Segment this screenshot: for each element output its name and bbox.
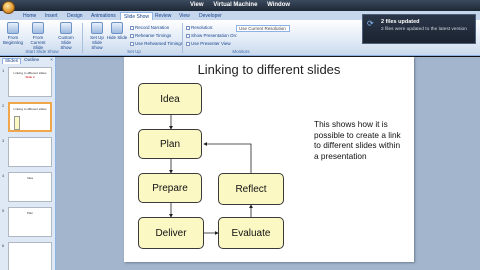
slide-thumbnail-row[interactable]: 2 Linking to different slides xyxy=(0,102,56,134)
slides-panel: Slides Outline × 1 Linking to different … xyxy=(0,57,56,270)
thumbnail-number: 4 xyxy=(2,173,5,178)
slide-thumbnail-row[interactable]: 1 Linking to different slides Slide 3 xyxy=(0,67,56,99)
tab-animations[interactable]: Animations xyxy=(88,12,119,20)
tab-slides[interactable]: Slides xyxy=(2,58,22,64)
slide-workspace[interactable]: Linking to different slides Idea Plan Pr… xyxy=(56,57,480,270)
slide-thumbnail[interactable]: Linking to different slides Slide 3 xyxy=(8,67,52,97)
update-notification[interactable]: ⟳ 2 files updated 2 files were updated t… xyxy=(362,14,476,44)
plan-box[interactable]: Plan xyxy=(138,129,202,159)
group-label-start: Start Slide Show xyxy=(25,49,59,54)
thumbnail-title: Linking to different slides xyxy=(13,107,47,111)
slide-thumbnail[interactable]: Idea xyxy=(8,172,52,202)
slideshow-current-icon xyxy=(32,22,44,34)
clock-icon xyxy=(130,33,134,38)
thumbnail-number: 1 xyxy=(2,68,5,73)
slide-thumbnail[interactable]: Plan xyxy=(8,207,52,237)
slide-thumbnail[interactable] xyxy=(8,242,52,270)
slide-thumbnail-row[interactable]: 4 Idea xyxy=(0,172,56,204)
title-bar: View Virtual Machine Window xyxy=(0,0,480,11)
tab-review[interactable]: Review xyxy=(152,12,174,20)
evaluate-box[interactable]: Evaluate xyxy=(218,217,284,249)
slide-thumbnail[interactable] xyxy=(8,137,52,167)
panel-tabs: Slides Outline × xyxy=(0,57,55,65)
from-beginning-button[interactable]: From Beginning xyxy=(2,22,24,45)
use-presenter-view-checkbox[interactable]: Use Presenter View xyxy=(186,41,231,46)
notification-title: 2 files updated xyxy=(381,19,420,25)
slideshow-icon xyxy=(7,22,19,34)
group-separator xyxy=(182,23,183,53)
tab-outline[interactable]: Outline xyxy=(22,58,41,63)
use-rehearsed-timings-checkbox[interactable]: Use Rehearsed Timings xyxy=(130,41,183,46)
thumbnail-diagram xyxy=(14,116,20,130)
idea-box[interactable]: Idea xyxy=(138,83,202,115)
group-separator xyxy=(82,23,83,53)
setup-icon xyxy=(91,22,103,34)
slide-thumbnail-row[interactable]: 5 Plan xyxy=(0,207,56,239)
sync-icon: ⟳ xyxy=(367,19,374,28)
group-label-monitors: Monitors xyxy=(232,49,250,54)
checkbox-icon xyxy=(186,41,190,46)
slide-thumbnail-row[interactable]: 6 xyxy=(0,242,56,270)
thumbnail-number: 2 xyxy=(2,103,5,108)
view-menu[interactable]: View xyxy=(190,2,204,8)
record-narration-option[interactable]: Record Narration xyxy=(130,25,169,30)
group-label-setup: Set Up xyxy=(127,49,141,54)
monitor-icon xyxy=(186,25,190,30)
thumbnail-number: 6 xyxy=(2,243,5,248)
tab-home[interactable]: Home xyxy=(20,12,39,20)
hide-slide-button[interactable]: Hide Slide xyxy=(106,22,128,40)
title-bar-text: View Virtual Machine Window xyxy=(0,2,480,8)
close-icon[interactable]: × xyxy=(50,58,53,63)
microphone-icon xyxy=(130,25,134,30)
checkbox-icon xyxy=(130,41,134,46)
from-current-slide-button[interactable]: From Current Slide xyxy=(27,22,49,50)
office-button[interactable] xyxy=(2,1,15,14)
reflect-box[interactable]: Reflect xyxy=(218,173,284,205)
custom-slide-show-button[interactable]: Custom Slide Show xyxy=(55,22,77,50)
slide-body-text[interactable]: This shows how it is possible to create … xyxy=(314,119,402,161)
thumbnail-title: Plan xyxy=(26,211,33,215)
slide-canvas[interactable]: Linking to different slides Idea Plan Pr… xyxy=(124,57,414,262)
notification-message: 2 files were updated to the latest versi… xyxy=(381,27,467,32)
rehearse-timings-option[interactable]: Rehearse Timings xyxy=(130,33,171,38)
custom-show-icon xyxy=(60,22,72,34)
deliver-box[interactable]: Deliver xyxy=(138,217,204,249)
tab-slide-show[interactable]: Slide Show xyxy=(120,12,154,20)
show-presentation-on-dropdown[interactable]: Show Presentation On: xyxy=(186,33,237,38)
thumbnail-subtitle: Slide 3 xyxy=(25,75,35,79)
window-menu[interactable]: Window xyxy=(267,2,290,8)
tab-view[interactable]: View xyxy=(176,12,193,20)
tab-insert[interactable]: Insert xyxy=(42,12,61,20)
display-icon xyxy=(186,33,190,38)
set-up-slide-show-button[interactable]: Set Up Slide Show xyxy=(86,22,108,50)
thumbnail-number: 5 xyxy=(2,208,5,213)
prepare-box[interactable]: Prepare xyxy=(138,173,202,203)
resolution-label: Resolution: xyxy=(186,25,214,30)
virtual-machine-menu[interactable]: Virtual Machine xyxy=(213,2,257,8)
resolution-dropdown[interactable]: Use Current Resolution xyxy=(236,25,290,32)
thumbnail-number: 3 xyxy=(2,138,5,143)
thumbnail-title: Idea xyxy=(27,176,33,180)
tab-design[interactable]: Design xyxy=(64,12,86,20)
hide-slide-icon xyxy=(111,22,123,34)
slide-thumbnail-selected[interactable]: Linking to different slides xyxy=(8,102,52,132)
arrow-reflect-plan xyxy=(203,142,252,173)
tab-developer[interactable]: Developer xyxy=(196,12,225,20)
slide-thumbnail-row[interactable]: 3 xyxy=(0,137,56,169)
